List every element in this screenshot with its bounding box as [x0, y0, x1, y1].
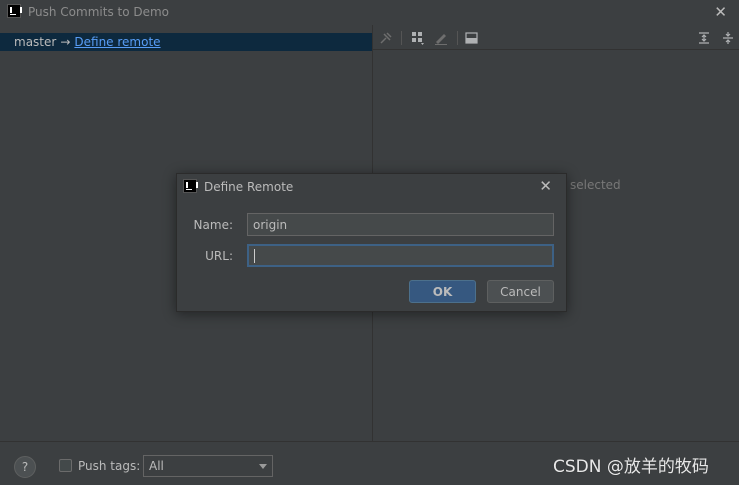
url-label: URL: — [205, 249, 233, 263]
title-bar: Push Commits to Demo ✕ — [0, 0, 739, 25]
url-input[interactable] — [247, 244, 554, 267]
dialog-title: Define Remote — [204, 180, 294, 194]
help-button[interactable]: ? — [14, 456, 36, 478]
arrow-icon: → — [60, 35, 71, 49]
window-title: Push Commits to Demo — [28, 5, 170, 19]
chevron-down-icon — [259, 464, 267, 469]
close-icon[interactable]: ✕ — [539, 177, 552, 195]
define-remote-link[interactable]: Define remote — [74, 35, 160, 49]
toolbar-separator — [457, 31, 458, 45]
close-icon[interactable]: ✕ — [714, 3, 727, 21]
define-remote-dialog: Define Remote ✕ Name: origin URL: OK Can… — [176, 173, 567, 312]
name-input-value: origin — [253, 217, 288, 232]
intellij-logo-icon — [183, 179, 198, 193]
expand-all-icon[interactable] — [697, 31, 711, 45]
toolbar-separator — [401, 31, 402, 45]
push-tags-selected-value: All — [149, 459, 164, 473]
intellij-logo-icon — [7, 4, 22, 18]
push-tags-label[interactable]: Push tags: — [78, 459, 140, 473]
dialog-title-bar: Define Remote ✕ — [177, 174, 566, 200]
branch-name: master — [14, 35, 57, 49]
text-cursor — [254, 248, 255, 263]
collapse-all-icon[interactable] — [721, 31, 735, 45]
push-tags-select[interactable]: All — [143, 455, 273, 477]
empty-changes-hint: selected — [570, 178, 621, 192]
watermark: CSDN @放羊的牧码 — [553, 457, 709, 477]
name-label: Name: — [193, 218, 233, 232]
name-input[interactable]: origin — [247, 213, 554, 236]
preview-icon[interactable] — [465, 31, 479, 45]
changes-toolbar — [373, 26, 739, 50]
edit-icon[interactable] — [434, 31, 448, 45]
pin-icon[interactable] — [379, 31, 393, 45]
push-tags-checkbox[interactable] — [59, 459, 72, 472]
group-icon[interactable] — [411, 31, 425, 45]
branch-row[interactable]: master → Define remote — [0, 33, 372, 51]
ok-button[interactable]: OK — [409, 280, 476, 303]
cancel-button[interactable]: Cancel — [487, 280, 554, 303]
